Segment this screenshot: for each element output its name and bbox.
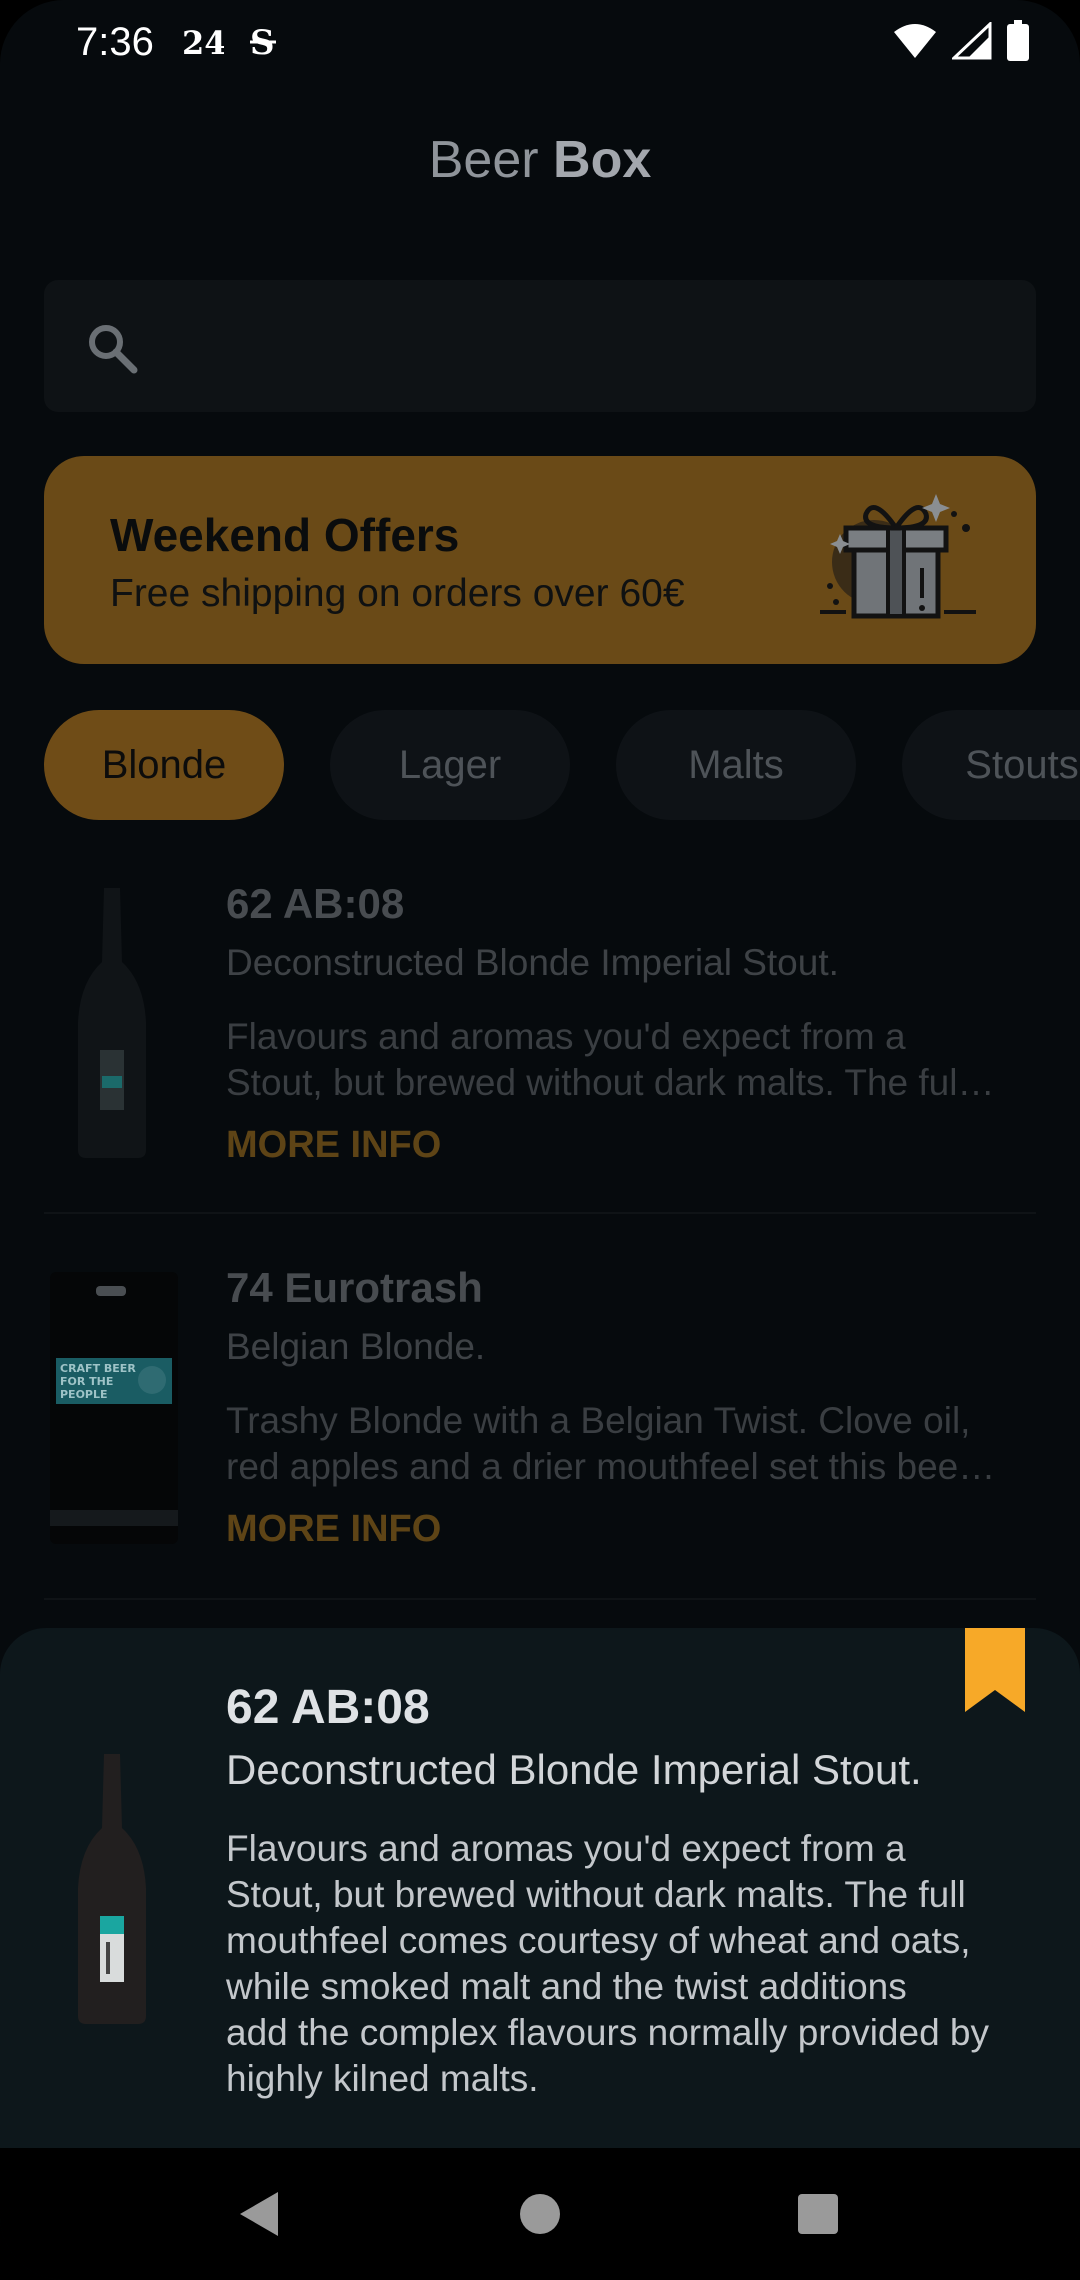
more-info-link[interactable]: MORE INFO: [226, 1124, 441, 1167]
item-description-line: red apples and a drier mouthfeel set thi…: [226, 1446, 996, 1487]
item-description-line: Stout, but brewed without dark malts. Th…: [226, 1062, 995, 1103]
weekend-offers-banner[interactable]: Weekend Offers Free shipping on orders o…: [44, 456, 1036, 664]
chip-blonde[interactable]: Blonde: [44, 710, 284, 820]
status-time: 7:36: [76, 20, 154, 64]
banner-title: Weekend Offers: [110, 509, 460, 561]
chip-lager[interactable]: Lager: [330, 710, 570, 820]
status-right: [892, 20, 1030, 62]
screen: 7:36 24 S Beer Box Weekend Offers Free s…: [0, 0, 1080, 2280]
keg-label-line: PEOPLE: [60, 1388, 108, 1401]
detail-description-line: highly kilned malts.: [226, 2058, 539, 2099]
bookmark-icon[interactable]: [965, 1628, 1025, 1712]
item-name: 62 AB:08: [226, 880, 405, 927]
bottle-thumbnail: [78, 888, 146, 1158]
item-tagline: Belgian Blonde.: [226, 1326, 486, 1367]
banner-subtitle: Free shipping on orders over 60€: [110, 572, 685, 615]
list-item[interactable]: CRAFT BEER FOR THE PEOPLE 74 Eurotrash B…: [0, 1242, 1080, 1624]
item-description: Flavours and aromas you'd expect from a …: [226, 1014, 1036, 1106]
detail-description-line: Flavours and aromas you'd expect from a: [226, 1828, 906, 1869]
home-icon[interactable]: [512, 2186, 568, 2242]
category-chips: Blonde Lager Malts Stouts: [44, 710, 1080, 820]
item-name: 74 Eurotrash: [226, 1264, 483, 1311]
app-title-bold: Box: [553, 131, 652, 189]
search-bar[interactable]: [44, 280, 1036, 414]
battery-icon: [1007, 20, 1029, 61]
item-description-line: Trashy Blonde with a Belgian Twist. Clov…: [226, 1400, 971, 1441]
item-description: Trashy Blonde with a Belgian Twist. Clov…: [226, 1398, 1036, 1490]
item-description-line: Flavours and aromas you'd expect from a: [226, 1016, 906, 1057]
detail-description-line: Stout, but brewed without dark malts. Th…: [226, 1874, 966, 1915]
keg-thumbnail: CRAFT BEER FOR THE PEOPLE: [50, 1272, 178, 1544]
list-item[interactable]: 62 AB:08 Deconstructed Blonde Imperial S…: [0, 858, 1080, 1240]
wifi-icon: [894, 24, 936, 58]
search-input[interactable]: [164, 280, 1018, 414]
gift-icon: [820, 494, 976, 619]
beer-detail-sheet: 62 AB:08 Deconstructed Blonde Imperial S…: [0, 1628, 1080, 2148]
divider: [44, 1212, 1036, 1214]
bottle-image: [78, 1754, 146, 2024]
back-icon[interactable]: [232, 2186, 288, 2242]
navigation-bar: [0, 2148, 1080, 2280]
svg-text:24: 24: [182, 24, 224, 62]
detail-tagline: Deconstructed Blonde Imperial Stout.: [226, 1746, 922, 1793]
search-icon: [89, 325, 138, 374]
status-bar: 7:36 24 S: [0, 0, 1080, 88]
detail-description-line: add the complex flavours normally provid…: [226, 2012, 989, 2053]
s-app-icon: S: [246, 22, 282, 71]
keg-label-line: FOR THE: [60, 1375, 113, 1388]
app-title-light: Beer: [428, 131, 539, 189]
chip-stouts[interactable]: Stouts: [902, 710, 1080, 820]
keg-label-line: CRAFT BEER: [60, 1362, 136, 1375]
chip-malts[interactable]: Malts: [616, 710, 856, 820]
detail-description: Flavours and aromas you'd expect from a …: [226, 1826, 1046, 2102]
detail-name: 62 AB:08: [226, 1681, 430, 1734]
item-tagline: Deconstructed Blonde Imperial Stout.: [226, 942, 839, 983]
detail-description-line: while smoked malt and the twist addition…: [226, 1966, 907, 2007]
signal-icon: [952, 22, 992, 60]
calendar-24-icon: 24: [180, 22, 227, 71]
divider: [44, 1598, 1036, 1600]
app-title: Beer Box: [0, 130, 1080, 190]
more-info-link[interactable]: MORE INFO: [226, 1508, 441, 1551]
detail-description-line: mouthfeel comes courtesy of wheat and oa…: [226, 1920, 971, 1961]
recents-icon[interactable]: [790, 2186, 846, 2242]
